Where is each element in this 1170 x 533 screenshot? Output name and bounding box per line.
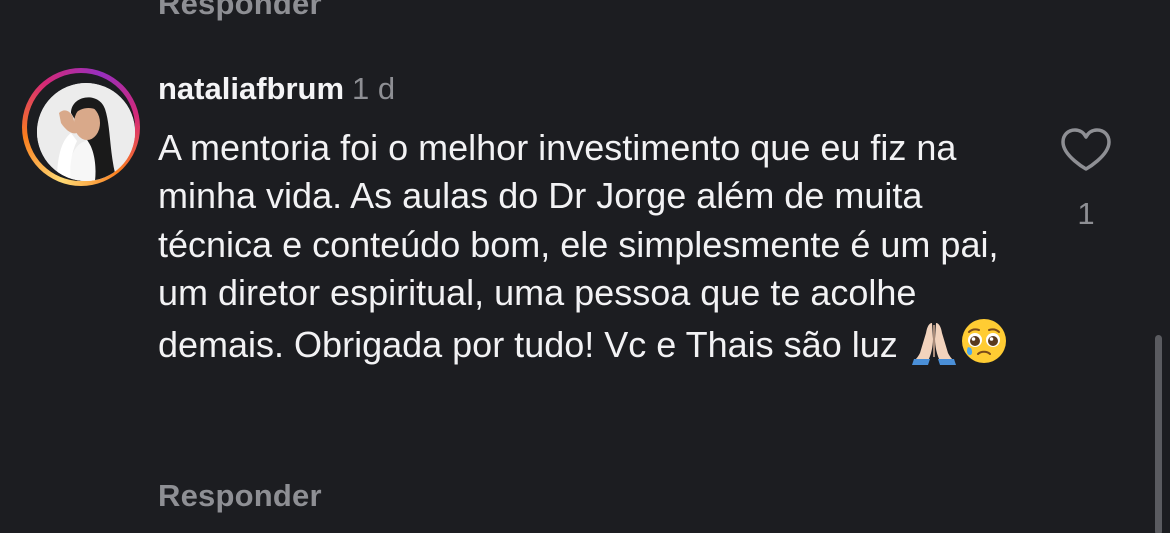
comment-text: A mentoria foi o melhor investimento que…	[158, 127, 999, 366]
avatar[interactable]	[22, 68, 140, 186]
username[interactable]: nataliafbrum	[158, 71, 344, 106]
comment-header: nataliafbrum 1 d	[158, 70, 395, 108]
reply-button[interactable]: Responder	[158, 478, 322, 514]
profile-photo-icon	[37, 83, 135, 181]
avatar-photo	[37, 83, 135, 181]
scrollbar[interactable]	[1155, 335, 1162, 533]
pleading-face-emoji	[960, 317, 1008, 377]
heart-outline-icon[interactable]	[1060, 127, 1112, 173]
comment-body: A mentoria foi o melhor investimento que…	[158, 124, 1038, 377]
timestamp: 1 d	[352, 71, 396, 106]
previous-reply-button[interactable]: Responder	[158, 0, 322, 22]
praying-hands-emoji	[911, 319, 956, 377]
like-count: 1	[1077, 196, 1095, 231]
